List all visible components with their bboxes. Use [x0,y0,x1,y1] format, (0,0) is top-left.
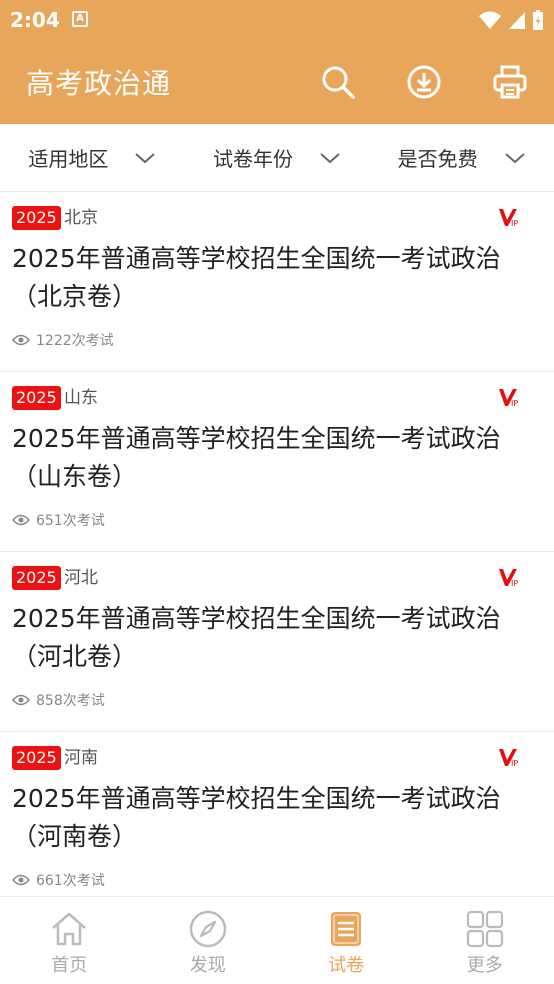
nav-more[interactable]: 更多 [416,897,554,984]
nav-label: 首页 [51,955,88,976]
view-count: 651次考试 [12,510,105,530]
filter-free[interactable]: 是否免费 [369,124,554,191]
nav-label: 更多 [466,955,503,976]
view-count: 661次考试 [12,870,105,890]
svg-text:IP: IP [511,759,518,767]
paper-list: 2025 北京 IP 2025年普通高等学校招生全国统一考试政治（北京卷） 12… [0,192,554,896]
eye-icon [12,874,30,886]
filter-region[interactable]: 适用地区 [0,124,185,191]
region-label: 北京 [64,208,98,228]
filter-label: 适用地区 [28,147,109,171]
chevron-down-icon [320,152,340,163]
list-item[interactable]: 2025 山东 IP 2025年普通高等学校招生全国统一考试政治（山东卷） 65… [0,372,554,552]
paper-title: 2025年普通高等学校招生全国统一考试政治（山东卷） [12,424,501,491]
chevron-down-icon [135,152,155,163]
list-item[interactable]: 2025 河南 IP 2025年普通高等学校招生全国统一考试政治（河南卷） 66… [0,732,554,896]
paper-title: 2025年普通高等学校招生全国统一考试政治（河北卷） [12,604,501,671]
view-count-text: 1222次考试 [36,333,114,349]
signal-icon [509,12,525,29]
svg-text:IP: IP [511,219,518,227]
paper-icon [331,912,362,946]
region-label: 河南 [64,748,98,768]
nav-papers[interactable]: 试卷 [277,897,416,984]
svg-text:IP: IP [511,399,518,407]
app-bar: 高考政治通 [0,40,554,124]
app-title: 高考政治通 [26,67,172,100]
eye-icon [12,334,30,346]
list-item[interactable]: 2025 河北 IP 2025年普通高等学校招生全国统一考试政治（河北卷） 85… [0,552,554,732]
grid-icon [466,910,503,948]
vip-icon: IP [499,749,518,767]
svg-text:IP: IP [511,579,518,587]
view-count: 1222次考试 [12,330,114,350]
year-badge: 2025 [12,386,61,410]
vip-icon: IP [499,569,518,587]
battery-icon [533,10,543,30]
wifi-icon [479,11,501,29]
nav-label: 试卷 [328,955,365,976]
year-badge: 2025 [12,746,61,770]
eye-icon [12,694,30,706]
vip-icon: IP [499,209,518,227]
paper-title: 2025年普通高等学校招生全国统一考试政治（北京卷） [12,244,501,311]
printer-icon[interactable] [490,62,530,102]
chevron-down-icon [505,152,525,163]
download-icon[interactable] [404,62,444,102]
notification-icon: A [72,11,88,27]
status-time: 2:04 [10,8,60,32]
view-count-text: 651次考试 [36,513,105,529]
home-icon [52,912,87,946]
filter-bar: 适用地区 试卷年份 是否免费 [0,124,554,192]
region-label: 山东 [64,388,98,408]
view-count-text: 661次考试 [36,873,105,889]
eye-icon [12,514,30,526]
search-icon[interactable] [318,62,358,102]
nav-discover[interactable]: 发现 [139,897,278,984]
region-label: 河北 [64,568,98,588]
view-count: 858次考试 [12,690,105,710]
view-count-text: 858次考试 [36,693,105,709]
nav-home[interactable]: 首页 [0,897,139,984]
year-badge: 2025 [12,206,61,230]
filter-label: 是否免费 [397,147,478,171]
list-item[interactable]: 2025 北京 IP 2025年普通高等学校招生全国统一考试政治（北京卷） 12… [0,192,554,372]
bottom-nav: 首页 发现 试卷 更多 [0,896,554,984]
vip-icon: IP [499,389,518,407]
status-bar: 2:04 A [0,0,554,40]
filter-year[interactable]: 试卷年份 [185,124,370,191]
paper-title: 2025年普通高等学校招生全国统一考试政治（河南卷） [12,784,501,851]
nav-label: 发现 [189,955,226,976]
year-badge: 2025 [12,566,61,590]
filter-label: 试卷年份 [213,147,293,171]
compass-icon [189,910,226,948]
